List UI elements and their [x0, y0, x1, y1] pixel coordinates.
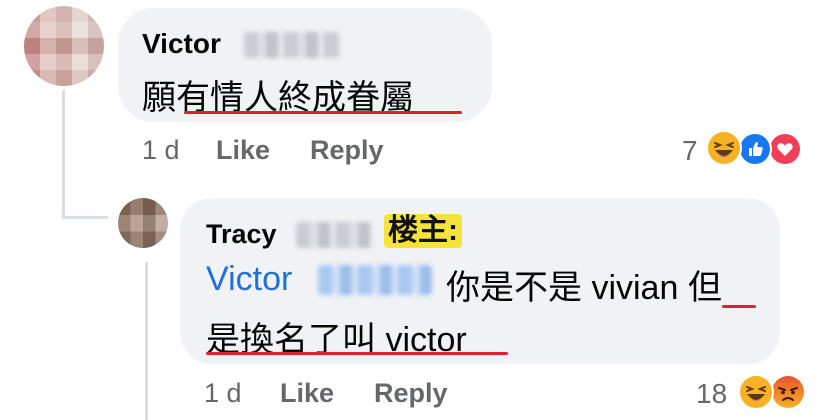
redacted-surname	[244, 32, 340, 58]
avatar[interactable]	[118, 198, 168, 248]
like-icon[interactable]	[738, 132, 772, 166]
annotation-underline	[206, 352, 508, 355]
love-icon[interactable]	[768, 132, 802, 166]
comment-timestamp[interactable]: 1 d	[142, 135, 180, 166]
redacted-mention-surname	[318, 265, 432, 295]
reply-timestamp[interactable]: 1 d	[204, 378, 242, 409]
reaction-count[interactable]: 18	[696, 378, 727, 410]
reaction-count[interactable]: 7	[682, 135, 698, 167]
reply-thread-line	[145, 262, 148, 420]
haha-icon[interactable]	[706, 130, 742, 166]
haha-icon[interactable]	[738, 374, 774, 410]
like-button[interactable]: Like	[280, 378, 334, 409]
reply-button[interactable]: Reply	[310, 135, 384, 166]
redacted-surname	[296, 222, 372, 248]
thread-connector-line	[62, 90, 65, 218]
reply-text-line-1: 你是不是 vivian 但	[446, 269, 722, 307]
angry-icon[interactable]	[770, 374, 806, 410]
thread-connector-branch	[62, 216, 108, 219]
reply-button[interactable]: Reply	[374, 378, 448, 409]
mention-link[interactable]: Victor	[206, 260, 292, 299]
reply-author-name[interactable]: Tracy	[206, 219, 277, 250]
avatar[interactable]	[24, 6, 104, 86]
like-button[interactable]: Like	[216, 135, 270, 166]
owner-tag-annotation: 楼主:	[384, 214, 462, 248]
comment-author-name[interactable]: Victor	[142, 28, 221, 60]
annotation-underline	[722, 305, 756, 308]
annotation-underline	[184, 111, 462, 114]
